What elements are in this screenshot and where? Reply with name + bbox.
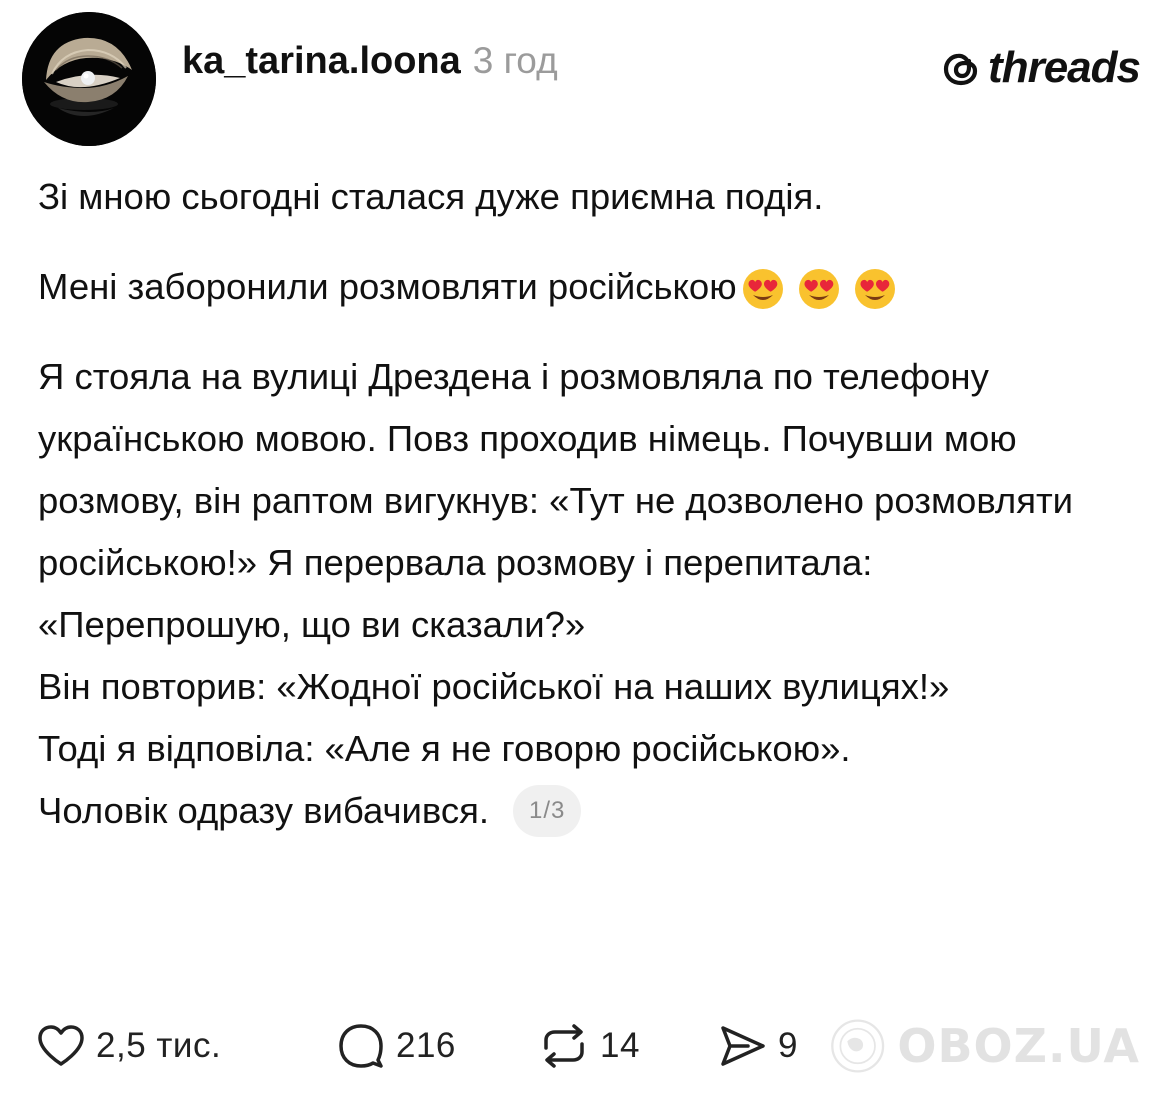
post-paragraph: Тоді я відповіла: «Але я не говорю росій… <box>38 728 851 769</box>
send-icon <box>721 1026 765 1066</box>
heart-eyes-emoji-icon <box>742 269 783 310</box>
threads-wordmark: threads <box>988 43 1141 92</box>
heart-eyes-emoji-icon <box>798 269 839 310</box>
pearl-oyster-image <box>22 12 156 146</box>
post-paragraph: Я стояла на вулиці Дрездена і розмовляла… <box>38 356 1074 645</box>
comment-icon <box>339 1024 383 1068</box>
post-text: Чоловік одразу вибачився. <box>38 790 490 831</box>
threads-logo: threads <box>940 40 1141 96</box>
post-paragraph: Він повторив: «Жодної російської на наши… <box>38 666 950 707</box>
post-time: 3 год <box>472 40 558 81</box>
share-count: 9 <box>778 1026 798 1065</box>
post-header: ka_tarina.loona 3 год <box>182 40 558 96</box>
post-text: Мені заборонили розмовляти російською <box>38 266 737 307</box>
post-paragraph: Мені заборонили розмовляти російською <box>38 256 1128 318</box>
like-button[interactable]: 2,5 тис. <box>36 1023 336 1069</box>
post-body: Зі мною сьогодні сталася дуже приємна по… <box>38 166 1128 842</box>
share-button[interactable]: 9 <box>718 1023 798 1069</box>
like-count: 2,5 тис. <box>96 1026 222 1065</box>
globe-icon <box>831 1019 885 1073</box>
comment-button[interactable]: 216 <box>336 1022 538 1070</box>
repost-count: 14 <box>600 1026 640 1065</box>
heart-icon <box>38 1025 84 1066</box>
watermark-text: OBOZ.UA <box>897 1019 1140 1073</box>
username-link[interactable]: ka_tarina.loona <box>182 40 461 83</box>
post-paragraph: Чоловік одразу вибачився. 1/3 <box>38 780 1128 842</box>
post-paragraph: Зі мною сьогодні сталася дуже приємна по… <box>38 176 824 217</box>
repost-button[interactable]: 14 <box>538 1022 718 1070</box>
avatar[interactable] <box>22 12 156 146</box>
heart-eyes-emoji-icon <box>854 269 895 310</box>
action-bar: 2,5 тис. 216 14 9 <box>36 1018 798 1074</box>
comment-count: 216 <box>396 1026 456 1065</box>
threads-icon <box>943 53 978 86</box>
thread-page-indicator[interactable]: 1/3 <box>513 785 582 837</box>
watermark: OBOZ.UA <box>830 996 1140 1096</box>
emoji-group <box>741 267 897 311</box>
repost-icon <box>544 1024 584 1068</box>
